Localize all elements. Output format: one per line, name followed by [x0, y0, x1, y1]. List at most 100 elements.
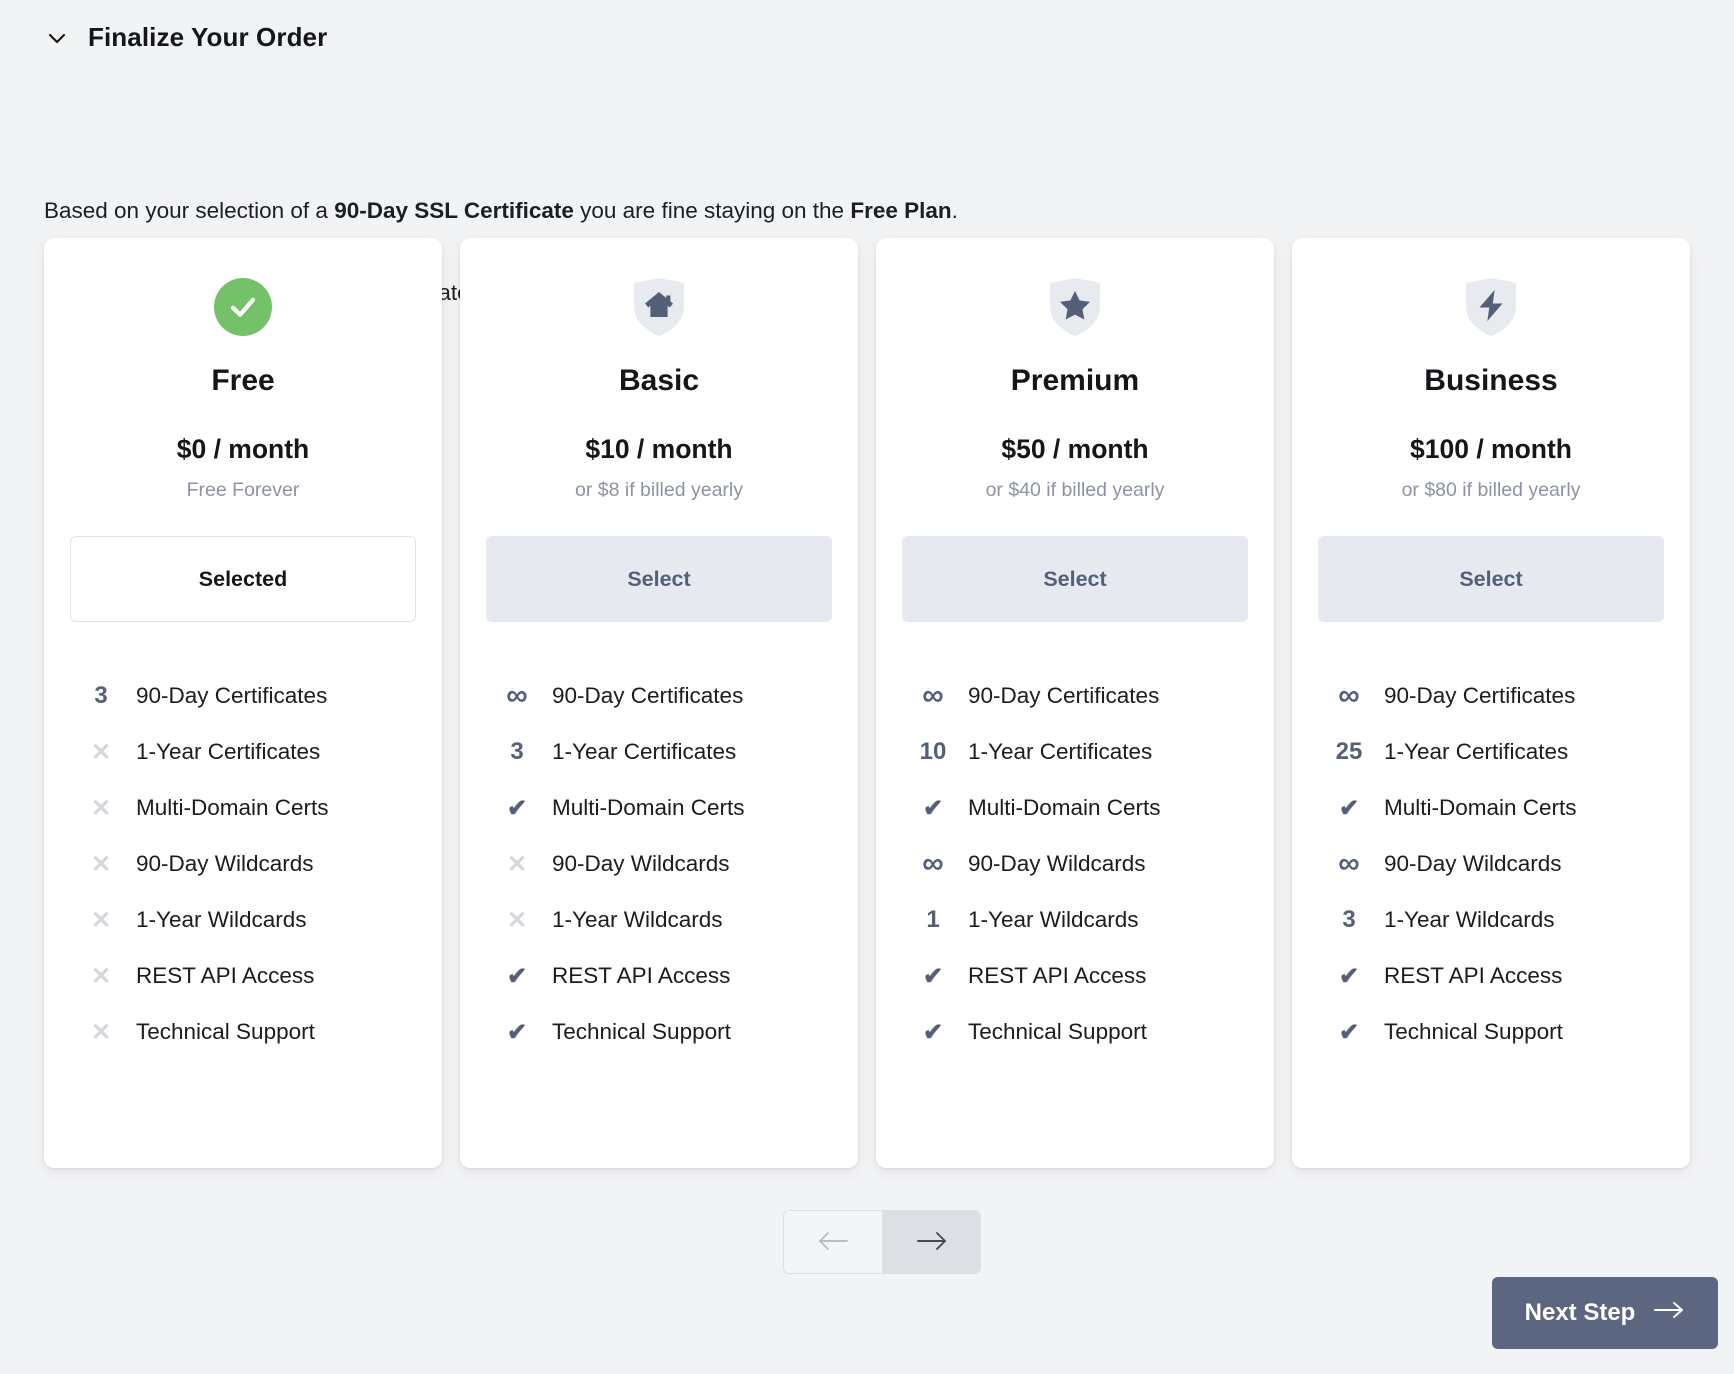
intro-l1-bold-certificate: 90-Day SSL Certificate [334, 198, 574, 223]
infinity-icon: ∞ [922, 679, 944, 712]
feature-label: 1-Year Certificates [136, 739, 321, 764]
intro-l1-post: . [951, 198, 958, 223]
feature-label: 1-Year Certificates [968, 739, 1153, 764]
intro-l1-mid: you are fine staying on the [573, 198, 851, 223]
list-item: ✕ 90-Day Wildcards [78, 836, 416, 892]
infinity-icon: ∞ [1338, 847, 1360, 880]
plan-name: Free [211, 364, 275, 397]
list-item: 3 90-Day Certificates [78, 668, 416, 724]
next-step-label: Next Step [1524, 1299, 1636, 1326]
carousel-pager [783, 1210, 981, 1274]
list-item: 10 1-Year Certificates [910, 724, 1248, 780]
check-icon: ✔ [1338, 794, 1360, 822]
plan-card-basic[interactable]: Basic $10 / month or $8 if billed yearly… [460, 238, 858, 1168]
pager-prev-button[interactable] [784, 1211, 882, 1273]
feature-mark: 1 [926, 906, 940, 933]
list-item: 1 1-Year Wildcards [910, 892, 1248, 948]
feature-label: REST API Access [136, 963, 315, 988]
plan-card-free[interactable]: Free $0 / month Free Forever Selected 3 9… [44, 238, 442, 1168]
feature-label: Technical Support [1384, 1019, 1563, 1044]
plan-price-subtext: or $8 if billed yearly [575, 479, 743, 501]
list-item: ✕ 90-Day Wildcards [494, 836, 832, 892]
feature-label: Technical Support [552, 1019, 731, 1044]
intro-l1-bold-plan: Free Plan [850, 198, 952, 223]
plan-name: Business [1424, 364, 1558, 397]
list-item: ∞ 90-Day Wildcards [910, 836, 1248, 892]
intro-line-1: Based on your selection of a 90-Day SSL … [44, 149, 958, 231]
page-title: Finalize Your Order [88, 22, 328, 52]
check-icon: ✔ [506, 1018, 528, 1046]
plan-select-button[interactable]: Select [1318, 536, 1664, 622]
feature-label: Multi-Domain Certs [136, 795, 329, 820]
shield-star-icon [1046, 276, 1104, 338]
plan-price-subtext: Free Forever [186, 479, 300, 501]
shield-bolt-icon [1462, 276, 1520, 338]
check-icon: ✔ [1338, 962, 1360, 990]
feature-label: 1-Year Wildcards [552, 907, 723, 932]
cross-icon: ✕ [90, 906, 112, 934]
list-item: ∞ 90-Day Certificates [1326, 668, 1664, 724]
arrow-right-icon [1653, 1299, 1685, 1328]
feature-mark: 3 [1342, 906, 1356, 933]
check-icon: ✔ [922, 962, 944, 990]
cross-icon: ✕ [506, 850, 528, 878]
feature-mark: 10 [919, 738, 947, 765]
feature-label: 1-Year Certificates [1384, 739, 1569, 764]
cross-icon: ✕ [90, 738, 112, 766]
feature-label: Technical Support [136, 1019, 315, 1044]
list-item: 3 1-Year Wildcards [1326, 892, 1664, 948]
list-item: ✔ Multi-Domain Certs [1326, 780, 1664, 836]
feature-label: 90-Day Wildcards [1384, 851, 1562, 876]
feature-label: 1-Year Wildcards [136, 907, 307, 932]
list-item: ✕ Technical Support [78, 1004, 416, 1060]
list-item: ✕ 1-Year Certificates [78, 724, 416, 780]
cross-icon: ✕ [90, 962, 112, 990]
check-icon: ✔ [1338, 1018, 1360, 1046]
plan-card-list: Free $0 / month Free Forever Selected 3 9… [44, 238, 1690, 1168]
feature-label: Multi-Domain Certs [968, 795, 1161, 820]
infinity-icon: ∞ [1338, 679, 1360, 712]
feature-label: 90-Day Certificates [136, 683, 328, 708]
feature-label: 1-Year Certificates [552, 739, 737, 764]
shield-home-icon [630, 276, 688, 338]
list-item: ✔ REST API Access [494, 948, 832, 1004]
plan-select-button[interactable]: Selected [70, 536, 416, 622]
plan-select-button[interactable]: Select [902, 536, 1248, 622]
plan-price: $50 / month [1001, 434, 1149, 464]
plan-card-business[interactable]: Business $100 / month or $80 if billed y… [1292, 238, 1690, 1168]
plan-name: Basic [618, 364, 700, 397]
pager-next-button[interactable] [882, 1211, 980, 1273]
list-item: ✔ Technical Support [494, 1004, 832, 1060]
list-item: ✔ Technical Support [910, 1004, 1248, 1060]
check-icon: ✔ [922, 1018, 944, 1046]
feature-label: 90-Day Certificates [552, 683, 744, 708]
plan-name: Premium [1010, 364, 1140, 397]
feature-label: Technical Support [968, 1019, 1147, 1044]
list-item: ✔ Technical Support [1326, 1004, 1664, 1060]
list-item: ∞ 90-Day Certificates [494, 668, 832, 724]
list-item: ✕ Multi-Domain Certs [78, 780, 416, 836]
intro-l1-pre: Based on your selection of a [44, 198, 335, 223]
feature-label: 90-Day Wildcards [552, 851, 730, 876]
cross-icon: ✕ [90, 794, 112, 822]
feature-label: 90-Day Wildcards [968, 851, 1146, 876]
plan-price: $10 / month [585, 434, 733, 464]
feature-mark: 3 [94, 682, 108, 709]
feature-label: Multi-Domain Certs [552, 795, 745, 820]
plan-card-premium[interactable]: Premium $50 / month or $40 if billed yea… [876, 238, 1274, 1168]
plan-select-button[interactable]: Select [486, 536, 832, 622]
infinity-icon: ∞ [922, 847, 944, 880]
feature-list: 3 90-Day Certificates ✕ 1-Year Certificate… [70, 668, 416, 1060]
check-icon: ✔ [506, 794, 528, 822]
next-step-button[interactable]: Next Step [1492, 1277, 1718, 1349]
list-item: ✔ Multi-Domain Certs [910, 780, 1248, 836]
list-item: ✕ 1-Year Wildcards [494, 892, 832, 948]
feature-mark: 3 [510, 738, 524, 765]
cross-icon: ✕ [90, 850, 112, 878]
cross-icon: ✕ [506, 906, 528, 934]
section-header[interactable]: Finalize Your Order [44, 22, 327, 53]
feature-label: 90-Day Certificates [968, 683, 1160, 708]
check-circle-icon [214, 276, 272, 338]
chevron-down-icon[interactable] [44, 25, 70, 51]
plan-price-subtext: or $40 if billed yearly [985, 479, 1165, 501]
